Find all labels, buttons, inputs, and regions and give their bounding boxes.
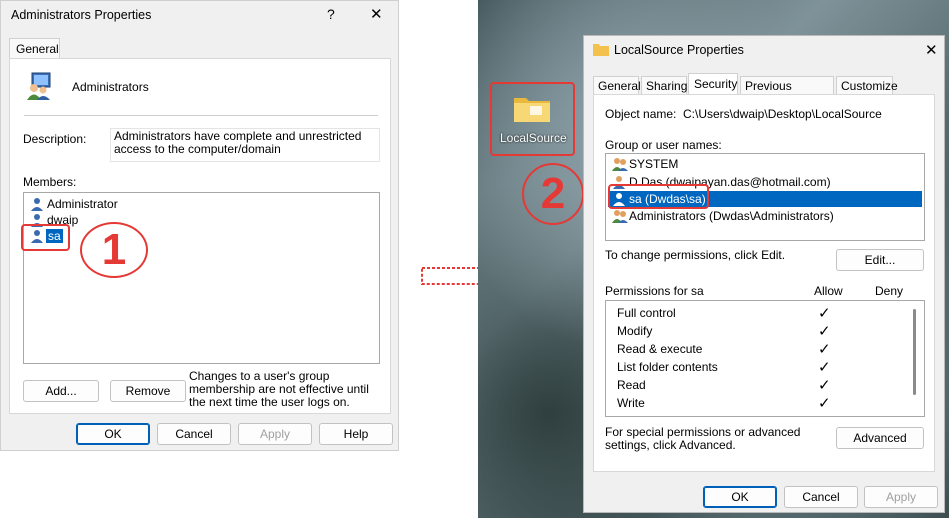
permission-row: Read ✓ bbox=[606, 378, 906, 396]
permission-name: List folder contents bbox=[617, 360, 718, 374]
description-label: Description: bbox=[23, 132, 87, 146]
group-icon bbox=[612, 210, 628, 223]
divider bbox=[24, 115, 378, 116]
description-field[interactable]: Administrators have complete and unrestr… bbox=[110, 128, 380, 162]
user-name: Administrators (Dwdas\Administrators) bbox=[629, 209, 834, 223]
object-name-value: C:\Users\dwaip\Desktop\LocalSource bbox=[683, 107, 882, 121]
permission-row: List folder contents ✓ bbox=[606, 360, 906, 378]
folder-title-icon bbox=[593, 44, 609, 56]
remove-button[interactable]: Remove bbox=[110, 380, 186, 402]
permission-name: Read & execute bbox=[617, 342, 703, 356]
security-panel: Object name: C:\Users\dwaip\Desktop\Loca… bbox=[593, 94, 935, 472]
tab-general[interactable]: General bbox=[593, 76, 641, 95]
member-name: Administrator bbox=[47, 197, 118, 211]
permissions-list: Full control ✓ Modify ✓ Read & execute ✓… bbox=[605, 300, 925, 417]
deny-header: Deny bbox=[875, 284, 904, 298]
check-icon: ✓ bbox=[818, 305, 831, 322]
permission-name: Full control bbox=[617, 306, 676, 320]
tab-label: Customize bbox=[841, 79, 898, 93]
members-label: Members: bbox=[23, 175, 77, 189]
special-permissions-text: For special permissions or advanced sett… bbox=[605, 425, 801, 452]
check-icon: ✓ bbox=[818, 377, 831, 394]
tab-general-label: General bbox=[16, 42, 59, 56]
change-permissions-text: To change permissions, click Edit. bbox=[605, 248, 786, 262]
user-name: SYSTEM bbox=[629, 157, 679, 171]
step-2-number: 2 bbox=[540, 169, 566, 218]
tab-label: Security bbox=[694, 77, 738, 91]
ok-button[interactable]: OK bbox=[703, 486, 777, 508]
dialog-title: Administrators Properties bbox=[11, 8, 152, 22]
scrollbar-thumb[interactable] bbox=[913, 309, 916, 395]
permission-name: Write bbox=[617, 396, 645, 410]
check-icon: ✓ bbox=[818, 341, 831, 358]
folder-label[interactable]: LocalSource bbox=[500, 131, 567, 145]
members-list[interactable]: Administrator dwaip sa bbox=[23, 192, 380, 364]
group-name: Administrators bbox=[72, 80, 149, 94]
step-2-circle: 2 bbox=[522, 163, 584, 225]
edit-button[interactable]: Edit... bbox=[836, 249, 924, 271]
step-1-circle: 1 bbox=[80, 222, 148, 278]
check-icon: ✓ bbox=[818, 323, 831, 340]
close-icon[interactable]: ✕ bbox=[925, 41, 938, 59]
allow-header: Allow bbox=[814, 284, 843, 298]
permissions-label: Permissions for sa bbox=[605, 284, 704, 298]
object-name-label: Object name: bbox=[605, 107, 677, 121]
help-button[interactable]: Help bbox=[319, 423, 393, 445]
cancel-button[interactable]: Cancel bbox=[784, 486, 858, 508]
localsource-properties-dialog: LocalSource Properties ✕ General Sharing… bbox=[583, 35, 945, 513]
ok-button[interactable]: OK bbox=[76, 423, 150, 445]
tab-label: General bbox=[598, 79, 641, 93]
tab-customize[interactable]: Customize bbox=[836, 76, 898, 95]
step-1-number: 1 bbox=[101, 225, 127, 274]
permission-row: Read & execute ✓ bbox=[606, 342, 906, 360]
apply-button[interactable]: Apply bbox=[238, 423, 312, 445]
check-icon: ✓ bbox=[818, 359, 831, 376]
group-icon bbox=[612, 158, 628, 171]
tab-label: Sharing bbox=[646, 79, 688, 93]
advanced-button[interactable]: Advanced bbox=[836, 427, 924, 449]
close-icon[interactable]: ✕ bbox=[370, 5, 383, 23]
permission-row: Full control ✓ bbox=[606, 306, 906, 324]
tab-general[interactable]: General bbox=[9, 38, 60, 59]
highlight-box-sa-user bbox=[608, 184, 709, 209]
permission-row: Modify ✓ bbox=[606, 324, 906, 342]
add-button[interactable]: Add... bbox=[23, 380, 99, 402]
membership-note: Changes to a user's group membership are… bbox=[189, 369, 369, 409]
dialog-title: LocalSource Properties bbox=[614, 43, 744, 57]
check-icon: ✓ bbox=[818, 395, 831, 412]
apply-button[interactable]: Apply bbox=[864, 486, 938, 508]
group-names-label: Group or user names: bbox=[605, 138, 722, 152]
permission-row: Write ✓ bbox=[606, 396, 906, 414]
cancel-button[interactable]: Cancel bbox=[157, 423, 231, 445]
permission-name: Read bbox=[617, 378, 646, 392]
tab-previous-versions[interactable]: Previous Versions bbox=[740, 76, 834, 107]
tab-sharing[interactable]: Sharing bbox=[641, 76, 687, 95]
user-icon bbox=[31, 198, 43, 211]
description-value: Administrators have complete and unrestr… bbox=[114, 129, 362, 156]
group-icon bbox=[24, 71, 54, 101]
tab-security[interactable]: Security bbox=[688, 73, 738, 95]
help-icon[interactable]: ? bbox=[327, 6, 335, 22]
highlight-box-sa bbox=[21, 224, 70, 251]
folder-icon[interactable] bbox=[512, 92, 552, 126]
permission-name: Modify bbox=[617, 324, 653, 338]
